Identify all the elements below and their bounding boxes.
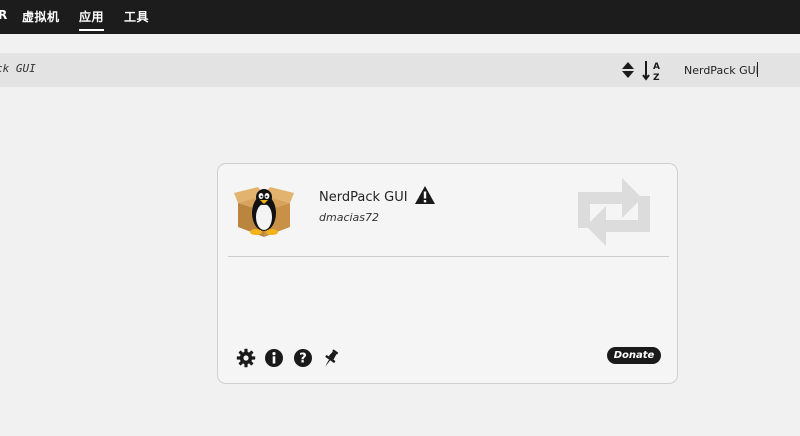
card-divider <box>228 256 669 257</box>
nav-item-vms[interactable]: 虚拟机 <box>22 8 60 25</box>
breadcrumb: ck GUI <box>0 62 36 75</box>
app-author[interactable]: dmacias72 <box>319 211 379 224</box>
nav-item-apps[interactable]: 应用 <box>79 8 105 31</box>
app-icon <box>234 187 294 237</box>
nav-item-tools[interactable]: 工具 <box>124 8 149 25</box>
filter-bar: ck GUI A Z <box>0 53 800 87</box>
pin-icon[interactable] <box>321 348 341 368</box>
svg-text:Z: Z <box>653 73 660 81</box>
sort-alpha-icon[interactable]: A Z <box>642 60 664 81</box>
nav-item-dashboard[interactable]: R <box>0 8 8 22</box>
app-title[interactable]: NerdPack GUI <box>319 190 408 205</box>
sort-icon[interactable] <box>621 61 635 79</box>
search-input[interactable] <box>678 61 800 79</box>
text-caret <box>757 62 758 77</box>
gear-icon[interactable] <box>236 348 256 368</box>
donate-button[interactable]: Donate <box>607 347 661 364</box>
top-nav: R 虚拟机 应用 工具 <box>0 0 800 34</box>
info-icon[interactable] <box>264 348 284 368</box>
warning-icon <box>415 186 435 204</box>
help-icon[interactable]: ? <box>293 348 313 368</box>
update-available-icon <box>578 178 650 246</box>
svg-text:A: A <box>653 62 660 72</box>
svg-text:?: ? <box>299 352 307 367</box>
app-card: NerdPack GUI dmacias72 ? Donate <box>217 163 678 384</box>
